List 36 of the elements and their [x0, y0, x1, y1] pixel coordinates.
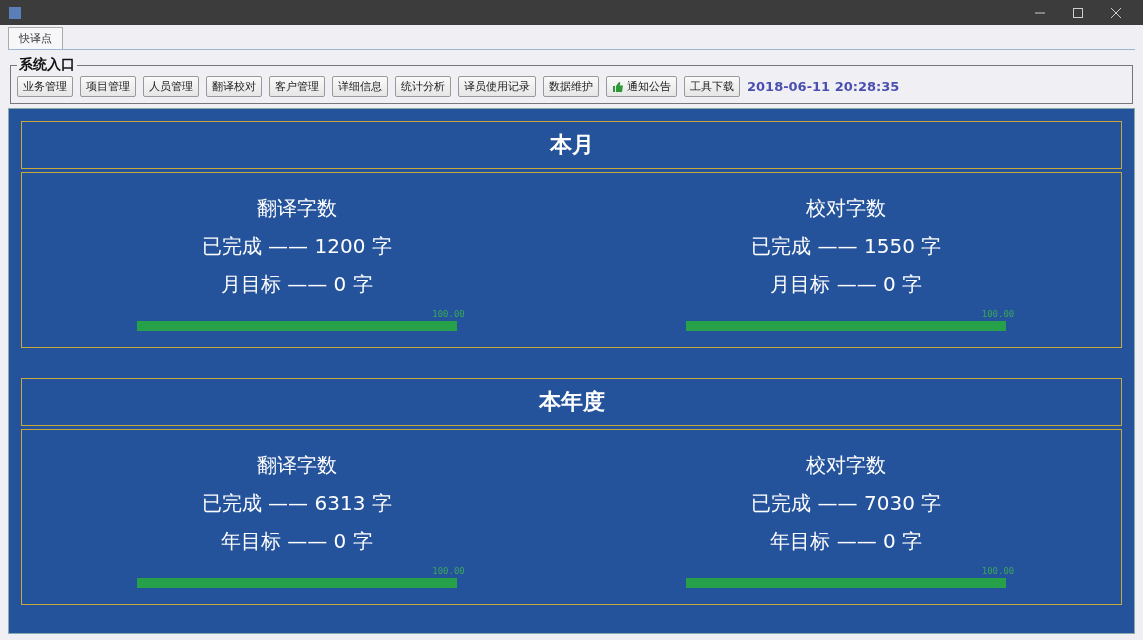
stat-heading: 校对字数	[806, 195, 887, 222]
toolbar-button[interactable]: 业务管理	[17, 76, 73, 97]
stat-heading: 翻译字数	[256, 195, 337, 222]
section-title: 本年度	[538, 388, 605, 416]
completed-text: 已完成 —— 1200 字	[201, 233, 392, 260]
percent-label: 100.00	[432, 566, 465, 576]
toolbar-button[interactable]: 数据维护	[543, 76, 599, 97]
toolbar-button[interactable]: 工具下载	[684, 76, 740, 97]
close-icon	[1111, 7, 1121, 18]
toolbar-button[interactable]: 详细信息	[332, 76, 388, 97]
toolbar-button[interactable]: 译员使用记录	[458, 76, 536, 97]
app-icon	[8, 5, 22, 20]
maximize-icon	[1073, 7, 1083, 18]
toolbar-button[interactable]: 翻译校对	[206, 76, 262, 97]
completed-text: 已完成 —— 1550 字	[751, 233, 942, 260]
completed-text: 已完成 —— 7030 字	[751, 490, 942, 517]
group-title: 系统入口	[18, 56, 76, 74]
stat-heading: 校对字数	[806, 452, 887, 479]
target-text: 月目标 —— 0 字	[770, 271, 923, 298]
target-text: 年目标 —— 0 字	[220, 528, 373, 555]
toolbar-button[interactable]: 人员管理	[143, 76, 199, 97]
tab[interactable]: 快译点	[8, 27, 63, 49]
target-text: 年目标 —— 0 字	[770, 528, 923, 555]
toolbar-button[interactable]: 客户管理	[269, 76, 325, 97]
thumbs-up-icon	[612, 80, 624, 93]
toolbar-button[interactable]: 项目管理	[80, 76, 136, 97]
target-text: 月目标 —— 0 字	[220, 271, 373, 298]
toolbar-button[interactable]: 通知公告	[606, 76, 677, 97]
percent-label: 100.00	[432, 309, 465, 319]
percent-label: 100.00	[981, 309, 1015, 319]
stat-heading: 翻译字数	[256, 452, 337, 479]
section-title: 本月	[549, 131, 594, 159]
datetime-text: 2018-06-11 20:28:35	[747, 79, 900, 94]
percent-label: 100.00	[981, 566, 1015, 576]
completed-text: 已完成 —— 6313 字	[201, 490, 392, 517]
toolbar-button[interactable]: 统计分析	[395, 76, 451, 97]
